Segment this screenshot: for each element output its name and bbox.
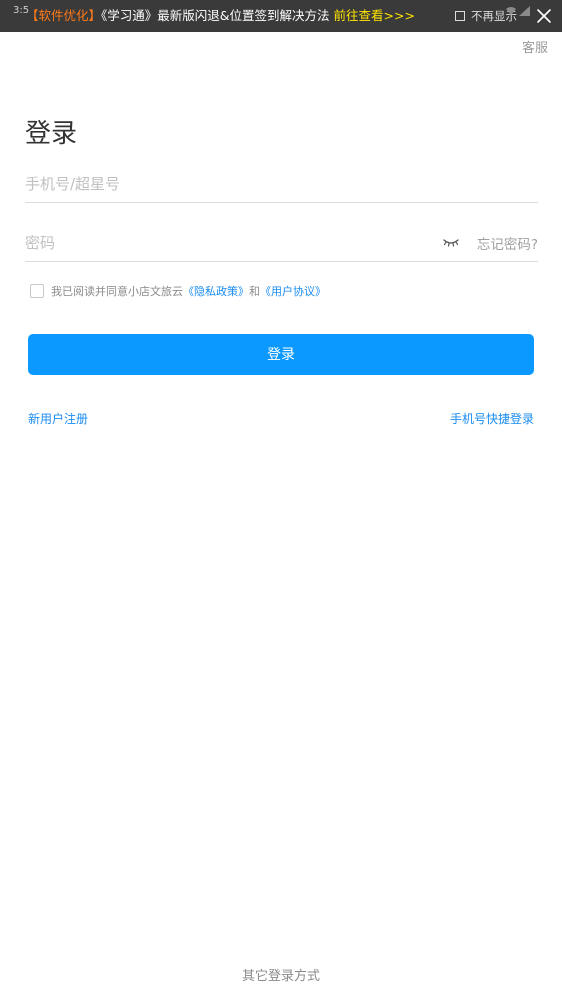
privacy-policy-link[interactable]: 《隐私政策》: [183, 283, 249, 299]
promo-banner[interactable]: 3:5 【软件优化】《学习通》最新版闪退&位置签到解决方法 前往查看>>> 不再…: [0, 0, 562, 32]
agreement-conjunction: 和: [249, 285, 260, 298]
dont-show-again-checkbox[interactable]: [455, 11, 465, 21]
dont-show-again-toggle[interactable]: 不再显示: [455, 0, 517, 32]
banner-message[interactable]: 【软件优化】《学习通》最新版闪退&位置签到解决方法 前往查看>>>: [26, 0, 415, 32]
agreement-checkbox[interactable]: [30, 284, 44, 298]
banner-view-link[interactable]: 前往查看>>>: [334, 8, 415, 23]
agreement-text: 我已阅读并同意小店文旅云: [51, 285, 183, 298]
eye-closed-icon[interactable]: [443, 237, 459, 249]
page-title: 登录: [25, 119, 78, 150]
user-agreement-link[interactable]: 《用户协议》: [260, 283, 326, 299]
password-field[interactable]: 忘记密码?: [25, 225, 538, 262]
account-field[interactable]: [25, 166, 538, 203]
forgot-password-link[interactable]: 忘记密码?: [477, 233, 538, 253]
close-icon[interactable]: [534, 6, 554, 26]
account-input[interactable]: [25, 172, 425, 196]
register-link[interactable]: 新用户注册: [28, 410, 88, 427]
customer-service-link[interactable]: 客服: [522, 37, 548, 56]
signal-icon: [506, 6, 530, 16]
phone-quick-login-link[interactable]: 手机号快捷登录: [450, 410, 534, 427]
agreement-row: 我已阅读并同意小店文旅云 《隐私政策》 和 《用户协议》: [30, 282, 326, 300]
banner-title: 《学习通》最新版闪退&位置签到解决方法: [101, 8, 330, 23]
banner-tag: 【软件优化】: [26, 8, 102, 23]
login-button[interactable]: 登录: [28, 334, 534, 375]
other-login-methods[interactable]: 其它登录方式: [0, 965, 562, 984]
password-input[interactable]: [25, 231, 425, 255]
